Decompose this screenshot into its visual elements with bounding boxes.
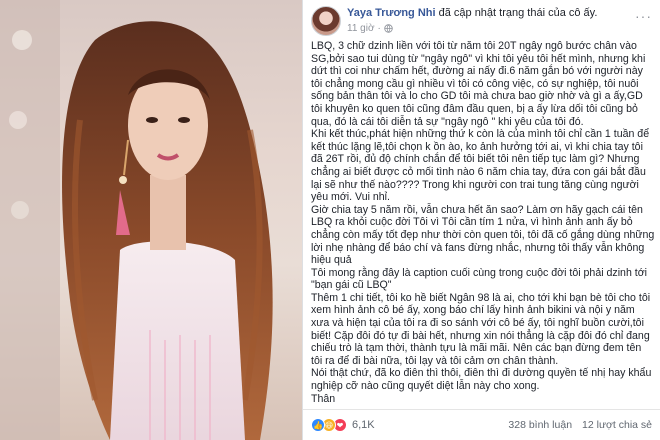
comments-count-link[interactable]: 328 bình luận [508,419,572,431]
post-paragraph: Thân [311,392,336,405]
profile-photo[interactable] [0,0,302,440]
post-stats: 328 bình luận 12 lượt chia sẻ [508,419,652,431]
post-paragraph: Thêm 1 chi tiết, tôi ko hề biết Ngân 98 … [311,291,651,367]
globe-icon [384,24,393,33]
post-paragraph: Tôi mong rằng đây là caption cuối cùng t… [311,266,648,292]
more-icon[interactable]: ··· [635,8,652,24]
facebook-post: Yaya Trương Nhi đã cập nhật trạng thái c… [302,0,660,440]
reaction-count: 6,1K [352,419,375,431]
post-time[interactable]: 11 giờ [347,23,375,34]
post-header: Yaya Trương Nhi đã cập nhật trạng thái c… [311,4,652,38]
woman-photo-illustration [0,0,273,440]
post-paragraph: LBQ, 3 chữ dzinh liền với tôi từ năm tôi… [311,40,646,128]
post-paragraph: Giờ chia tay 5 năm rồi, vẫn chưa hết ăn … [311,203,655,267]
post-paragraph: Khi kết thúc,phát hiện những thứ k còn l… [311,128,650,204]
post-paragraph: Nói thật chứ, đã ko điên thì thôi, điên … [311,367,652,393]
shares-count-link[interactable]: 12 lượt chia sẻ [582,419,652,431]
post-footer: 👍 😆 ❤ 6,1K 328 bình luận 12 lượt chia sẻ [303,409,660,440]
post-body: LBQ, 3 chữ dzinh liền với tôi từ năm tôi… [311,40,655,405]
author-name-link[interactable]: Yaya Trương Nhi [347,7,436,19]
reactions-summary[interactable]: 👍 😆 ❤ 6,1K [311,418,375,432]
post-meta: 11 giờ · [347,23,393,34]
like-icon: 👍 [311,418,325,432]
author-avatar[interactable] [311,6,341,36]
author-line: Yaya Trương Nhi đã cập nhật trạng thái c… [347,7,597,19]
post-action-text: đã cập nhật trạng thái của cô ấy. [438,7,598,19]
